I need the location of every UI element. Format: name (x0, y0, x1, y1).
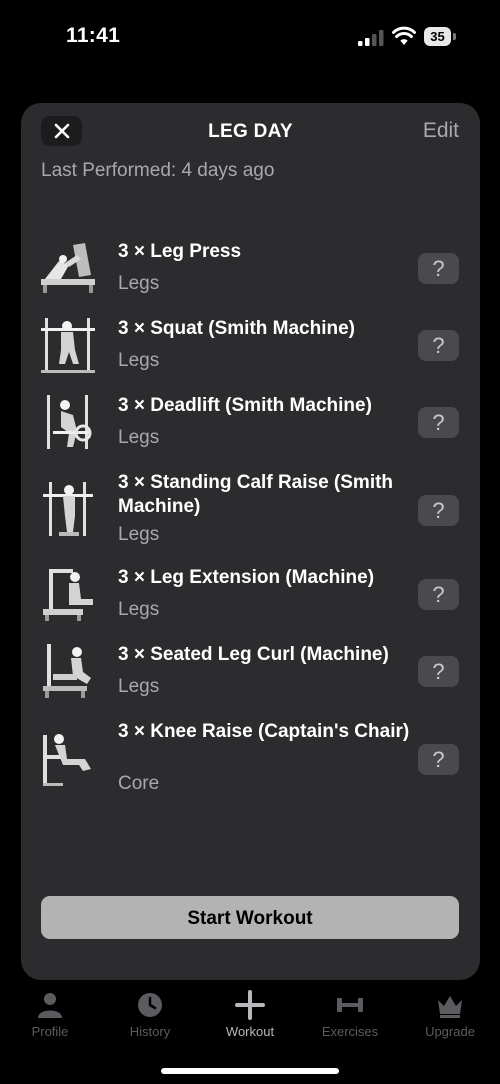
exercise-name: 3 × Leg Press (118, 241, 242, 262)
leg-curl-icon (43, 644, 91, 698)
tab-exercises[interactable]: Exercises (300, 990, 400, 1039)
exercise-category: Legs (118, 350, 160, 371)
edit-button[interactable]: Edit (423, 119, 459, 143)
calf-raise-icon (43, 482, 93, 536)
workout-sheet: LEG DAY Edit Last Performed: 4 days ago … (21, 103, 480, 980)
last-performed-text: Last Performed: 4 days ago (41, 160, 275, 181)
help-button[interactable]: ? (418, 495, 459, 526)
leg-press-icon (41, 243, 95, 293)
exercise-list: 3 × Leg Press Legs ? 3 × Squat (Smith Ma… (21, 229, 480, 804)
wifi-icon (392, 26, 416, 45)
exercise-row[interactable]: 3 × Squat (Smith Machine) Legs ? (21, 306, 480, 383)
status-time: 11:41 (66, 24, 121, 47)
cellular-signal-icon (358, 30, 384, 46)
smith-deadlift-icon (47, 395, 92, 449)
smith-squat-icon (41, 318, 95, 373)
exercise-category: Legs (118, 427, 160, 448)
clock-icon (138, 993, 162, 1017)
tab-history[interactable]: History (100, 990, 200, 1039)
battery-level: 35 (424, 27, 451, 46)
exercise-row[interactable]: 3 × Leg Press Legs ? (21, 229, 480, 306)
home-indicator (161, 1068, 339, 1074)
exercise-row[interactable]: 3 × Deadlift (Smith Machine) Legs ? (21, 383, 480, 460)
exercise-name: 3 × Standing Calf Raise (Smith Machine) (118, 472, 394, 517)
tab-label: Exercises (321, 1024, 379, 1039)
help-button[interactable]: ? (418, 744, 459, 775)
exercise-category: Legs (118, 273, 160, 294)
exercise-category: Legs (118, 676, 160, 697)
tab-workout[interactable]: Workout (200, 990, 300, 1039)
help-button[interactable]: ? (418, 330, 459, 361)
start-workout-button[interactable]: Start Workout (41, 896, 459, 939)
exercise-name: 3 × Squat (Smith Machine) (118, 318, 356, 339)
exercise-row[interactable]: 3 × Seated Leg Curl (Machine) Legs ? (21, 632, 480, 709)
crown-icon (438, 996, 462, 1018)
tab-label: Workout (225, 1024, 275, 1039)
person-icon (38, 993, 62, 1018)
help-button[interactable]: ? (418, 253, 459, 284)
knee-raise-icon (43, 734, 91, 786)
dumbbell-icon (337, 998, 363, 1012)
exercise-category: Core (118, 773, 160, 794)
tab-profile[interactable]: Profile (0, 990, 100, 1039)
leg-extension-icon (43, 569, 93, 621)
tab-upgrade[interactable]: Upgrade (400, 990, 500, 1039)
exercise-name: 3 × Seated Leg Curl (Machine) (118, 644, 389, 665)
exercise-category: Legs (118, 524, 160, 545)
help-button[interactable]: ? (418, 656, 459, 687)
workout-title: LEG DAY (208, 121, 293, 142)
tab-label: Upgrade (425, 1024, 475, 1039)
status-bar: 11:41 35 (0, 0, 500, 70)
exercise-name: 3 × Deadlift (Smith Machine) (118, 395, 372, 416)
tab-label: History (129, 1024, 171, 1039)
help-button[interactable]: ? (418, 407, 459, 438)
plus-icon (235, 990, 265, 1020)
exercise-row[interactable]: 3 × Standing Calf Raise (Smith Machine) … (21, 460, 480, 555)
exercise-name: 3 × Knee Raise (Captain's Chair) (118, 721, 410, 742)
exercise-row[interactable]: 3 × Leg Extension (Machine) Legs ? (21, 555, 480, 632)
battery-icon: 35 (424, 27, 456, 46)
tab-label: Profile (31, 1024, 69, 1039)
help-button[interactable]: ? (418, 579, 459, 610)
exercise-category: Legs (118, 599, 160, 620)
exercise-row[interactable]: 3 × Knee Raise (Captain's Chair) Core ? (21, 709, 480, 804)
exercise-name: 3 × Leg Extension (Machine) (118, 567, 375, 588)
